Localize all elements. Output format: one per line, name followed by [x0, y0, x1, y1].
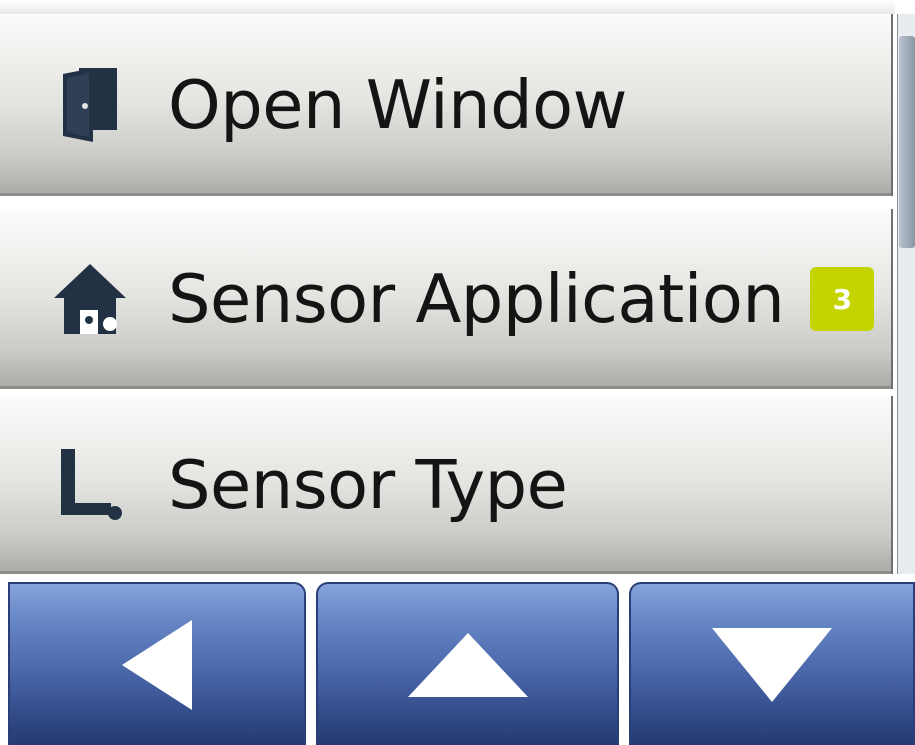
menu-item-label: Sensor Application [168, 260, 785, 338]
nav-divider-notch [303, 574, 319, 584]
menu-item-sensor-application[interactable]: Sensor Application 3 [0, 209, 893, 389]
house-icon [52, 259, 128, 339]
status-badge: 3 [810, 267, 875, 331]
up-arrow-icon [407, 632, 528, 697]
scroll-down-button[interactable] [629, 582, 915, 745]
top-edge [0, 0, 895, 14]
menu-item-label: Sensor Type [168, 446, 568, 524]
menu-item-sensor-type[interactable]: Sensor Type [0, 396, 893, 574]
divider [0, 389, 893, 396]
menu-item-label: Open Window [168, 66, 627, 144]
menu-item-open-window[interactable]: Open Window [0, 14, 893, 196]
navigation-bar [0, 574, 915, 745]
door-icon [52, 65, 128, 145]
back-button[interactable] [8, 582, 306, 745]
scrollbar-thumb[interactable] [899, 36, 915, 248]
nav-divider-notch [616, 574, 632, 584]
divider [0, 196, 893, 209]
floor-sensor-icon [52, 445, 128, 525]
screen: Open Window Sensor Application 3 Sensor … [0, 0, 915, 745]
left-arrow-icon [122, 619, 192, 710]
down-arrow-icon [712, 627, 832, 702]
scroll-up-button[interactable] [316, 582, 619, 745]
